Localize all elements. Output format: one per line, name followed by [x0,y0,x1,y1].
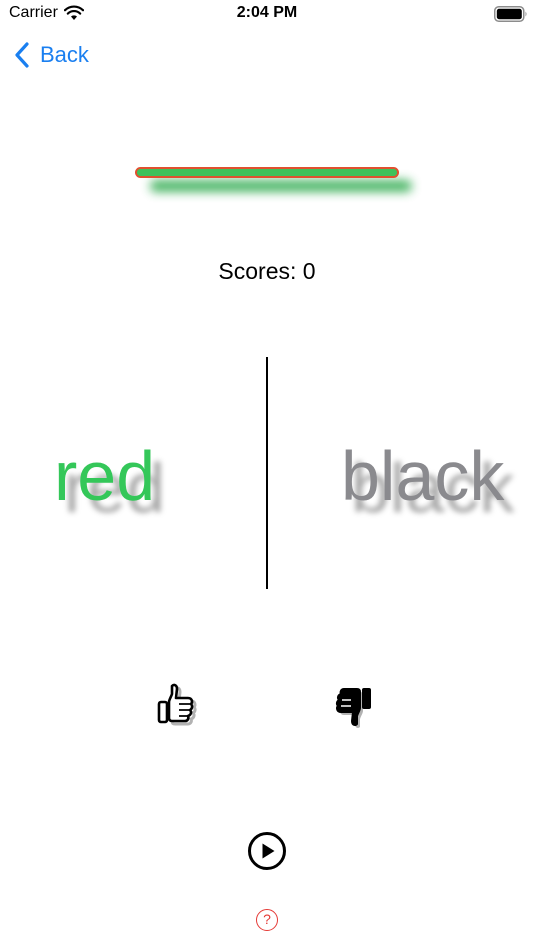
thumbs-down-icon [335,688,371,728]
thumbs-up-button[interactable] [152,680,204,732]
timer-bar-shadow [150,180,412,192]
right-word: black [341,437,505,515]
status-time: 2:04 PM [236,4,298,21]
back-button[interactable]: Back [14,40,89,70]
left-word: red [54,437,156,515]
chevron-left-icon [15,42,29,68]
timer-bar-fill [137,169,397,176]
play-circle-icon [248,832,286,870]
help-button[interactable]: ? [256,909,278,931]
thumbs-down-button[interactable] [330,680,382,732]
back-label: Back [40,42,89,67]
center-divider [266,357,268,589]
thumbs-up-icon [157,683,197,726]
battery-icon [494,6,527,22]
score-label: Scores: 0 [218,258,316,284]
play-button[interactable] [247,831,287,871]
status-bar: Carrier 2:04 PM [0,0,534,28]
timer-bar [135,167,399,178]
